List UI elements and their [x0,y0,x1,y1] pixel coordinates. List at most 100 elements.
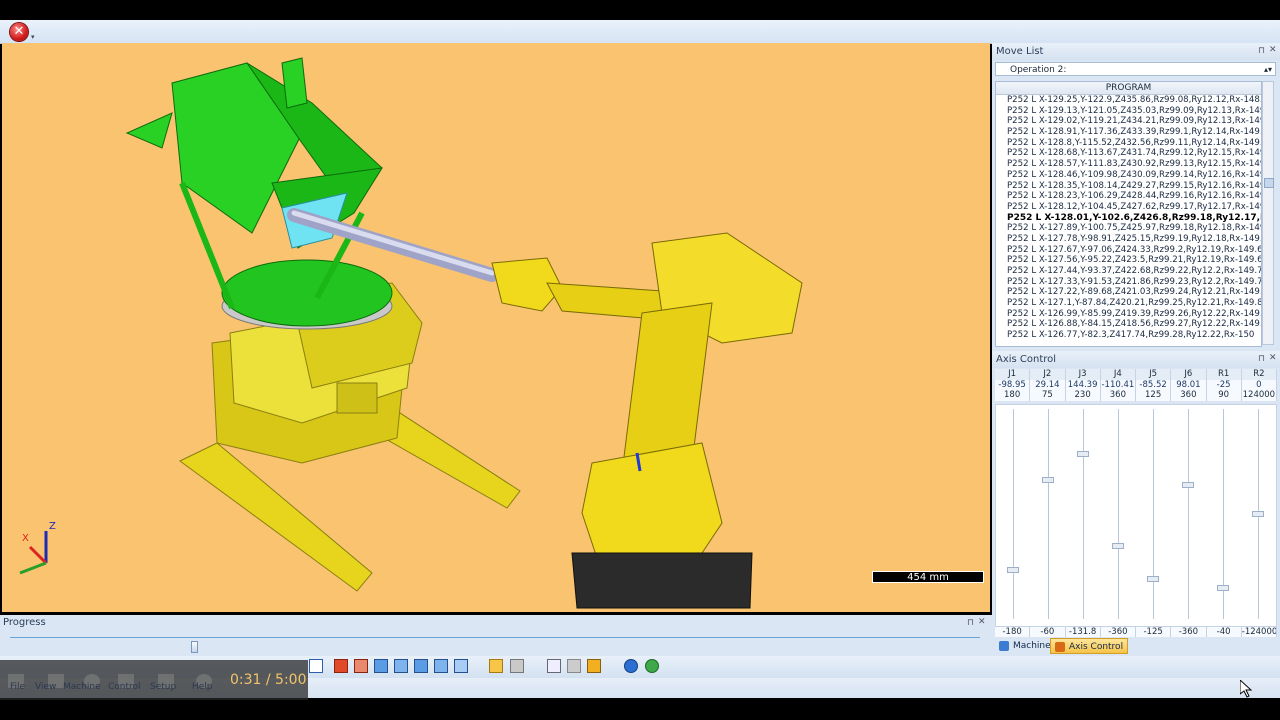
program-line[interactable]: P252 L X-128.12,Y-104.45,Z427.62,Rz99.17… [996,202,1261,213]
slider-thumb[interactable] [1217,585,1229,592]
axis-slider[interactable] [1171,405,1206,626]
view-cube-front-icon[interactable] [334,659,348,673]
progress-track[interactable] [10,637,980,638]
progress-slider-thumb[interactable] [191,641,199,653]
menu-item-view[interactable]: View [35,682,56,692]
axis-name-cell: J1 [995,369,1031,380]
machine-view-icon[interactable] [510,659,524,673]
view-cube-bottom-icon[interactable] [434,659,448,673]
close-panel-icon[interactable]: ✕ [978,617,986,627]
tab-machine[interactable]: Machine [995,638,1055,654]
dropdown-arrow-icon[interactable]: ▾ [31,33,35,41]
program-line[interactable]: P252 L X-127.56,Y-95.22,Z423.5,Rz99.21,R… [996,255,1261,266]
menu-item-help[interactable]: Help [192,682,213,692]
pin-icon[interactable]: ⊓ [1258,354,1265,364]
progress-title: Progress [3,617,46,628]
axis-triad-icon: Z X [19,521,56,575]
panel-tabbar: Machine Axis Control [992,637,1280,656]
program-line[interactable]: P252 L X-128.23,Y-106.29,Z428.44,Rz99.16… [996,191,1261,202]
slider-thumb[interactable] [1182,482,1194,489]
operation-select[interactable]: Operation 2: ▴▾ [995,62,1276,76]
view-cube-top-icon[interactable] [354,659,368,673]
pan-hand-icon[interactable] [489,659,503,673]
close-panel-icon[interactable]: ✕ [1269,353,1277,363]
program-line[interactable]: P252 L X-129.25,Y-122.9,Z435.86,Rz99.08,… [996,95,1261,106]
program-line[interactable]: P252 L X-127.33,Y-91.53,Z421.86,Rz99.23,… [996,277,1261,288]
view-cube-left-icon[interactable] [374,659,388,673]
program-line[interactable]: P252 L X-128.68,Y-113.67,Z431.74,Rz99.12… [996,148,1261,159]
program-line[interactable]: P252 L X-127.78,Y-98.91,Z425.15,Rz99.19,… [996,234,1261,245]
view-cube-right-icon[interactable] [394,659,408,673]
axis-current-cell: 29.14 [1030,379,1066,390]
program-line[interactable]: P252 L X-126.88,Y-84.15,Z418.56,Rz99.27,… [996,319,1261,330]
menu-item-file[interactable]: File [10,682,25,692]
axis-current-cell: -85.52 [1136,379,1172,390]
axis-slider[interactable] [1101,405,1136,626]
program-scrollbar[interactable] [1262,81,1274,345]
slider-thumb[interactable] [1252,511,1264,517]
program-line[interactable]: P252 L X-127.44,Y-93.37,Z422.68,Rz99.22,… [996,266,1261,277]
program-line[interactable]: P252 L X-126.77,Y-82.3,Z417.74,Rz99.28,R… [996,330,1261,341]
program-line[interactable]: P252 L X-127.89,Y-100.75,Z425.97,Rz99.18… [996,223,1261,234]
menu-item-control[interactable]: Control [108,682,141,692]
program-line[interactable]: P252 L X-127.67,Y-97.06,Z424.33,Rz99.2,R… [996,245,1261,256]
program-line[interactable]: P252 L X-126.99,Y-85.99,Z419.39,Rz99.26,… [996,309,1261,320]
program-line[interactable]: P252 L X-129.13,Y-121.05,Z435.03,Rz99.09… [996,106,1261,117]
slider-track[interactable] [1153,409,1154,619]
slider-thumb[interactable] [1077,450,1089,457]
axis-slider[interactable] [996,405,1031,626]
slider-thumb[interactable] [1147,576,1159,583]
axis-slider[interactable] [1206,405,1241,626]
axis-slider[interactable] [1066,405,1101,626]
slider-thumb[interactable] [1112,542,1124,549]
program-line[interactable]: P252 L X-128.46,Y-109.98,Z430.09,Rz99.14… [996,170,1261,181]
robot-arm [491,232,803,609]
scrollbar-thumb[interactable] [1264,178,1274,188]
axis-max-cell: 124000 [1241,390,1277,401]
program-line[interactable]: P252 L X-128.8,Y-115.52,Z432.56,Rz99.11,… [996,138,1261,149]
slider-track[interactable] [1083,409,1084,619]
axis-min-row-wrap: -180 -60 -131.8 -360 -125 -360 -40 -124000 [995,627,1277,638]
pin-icon[interactable]: ⊓ [967,618,974,628]
axis-name-cell: R1 [1206,369,1242,380]
program-list[interactable]: PROGRAM P252 L X-129.25,Y-122.9,Z435.86,… [995,81,1262,347]
close-icon[interactable]: ✕ [10,23,28,41]
3d-viewport[interactable]: Z X 454 mm [2,43,990,612]
program-line[interactable]: P252 L X-128.35,Y-108.14,Z429.27,Rz99.15… [996,181,1261,192]
menu-item-setup[interactable]: Setup [150,682,176,692]
slider-track[interactable] [1048,409,1049,619]
axis-slider[interactable] [1136,405,1171,626]
axis-current-cell: 98.01 [1171,379,1207,390]
earth-icon[interactable] [645,659,659,673]
ruler-icon[interactable] [567,659,581,673]
axis-slider[interactable] [1031,405,1066,626]
spinner-icon[interactable]: ▴▾ [1264,63,1272,77]
axis-slider[interactable] [1241,405,1276,626]
slider-thumb[interactable] [1042,477,1054,484]
axis-min-cell: -125 [1136,627,1172,638]
program-line[interactable]: P252 L X-127.1,Y-87.84,Z420.21,Rz99.25,R… [996,298,1261,309]
globe-icon[interactable] [624,659,638,673]
close-panel-icon[interactable]: ✕ [1269,45,1277,55]
program-line[interactable]: P252 L X-128.01,Y-102.6,Z426.8,Rz99.18,R… [996,213,1261,224]
pin-icon[interactable]: ⊓ [1258,46,1265,56]
slider-thumb[interactable] [1007,567,1019,574]
axis-name-cell: R2 [1241,369,1277,380]
slider-track[interactable] [1013,409,1014,619]
tab-axis-control[interactable]: Axis Control [1050,638,1129,654]
program-line[interactable]: P252 L X-127.22,Y-89.68,Z421.03,Rz99.24,… [996,287,1261,298]
axis-control-title: Axis Control [992,351,1280,368]
view-cube-iso-icon[interactable] [454,659,468,673]
fit-view-icon[interactable] [309,659,323,673]
menu-item-machine[interactable]: Machine [63,682,101,692]
slider-track[interactable] [1118,409,1119,619]
settings-gear-icon[interactable] [587,659,601,673]
axis-min-cell: -131.8 [1065,627,1101,638]
program-line[interactable]: P252 L X-129.02,Y-119.21,Z434.21,Rz99.09… [996,116,1261,127]
view-cube-back-icon[interactable] [414,659,428,673]
axis-name-cell: J4 [1100,369,1136,380]
eraser-icon[interactable] [547,659,561,673]
program-line[interactable]: P252 L X-128.57,Y-111.83,Z430.92,Rz99.13… [996,159,1261,170]
slider-track[interactable] [1188,409,1189,619]
program-line[interactable]: P252 L X-128.91,Y-117.36,Z433.39,Rz99.1,… [996,127,1261,138]
